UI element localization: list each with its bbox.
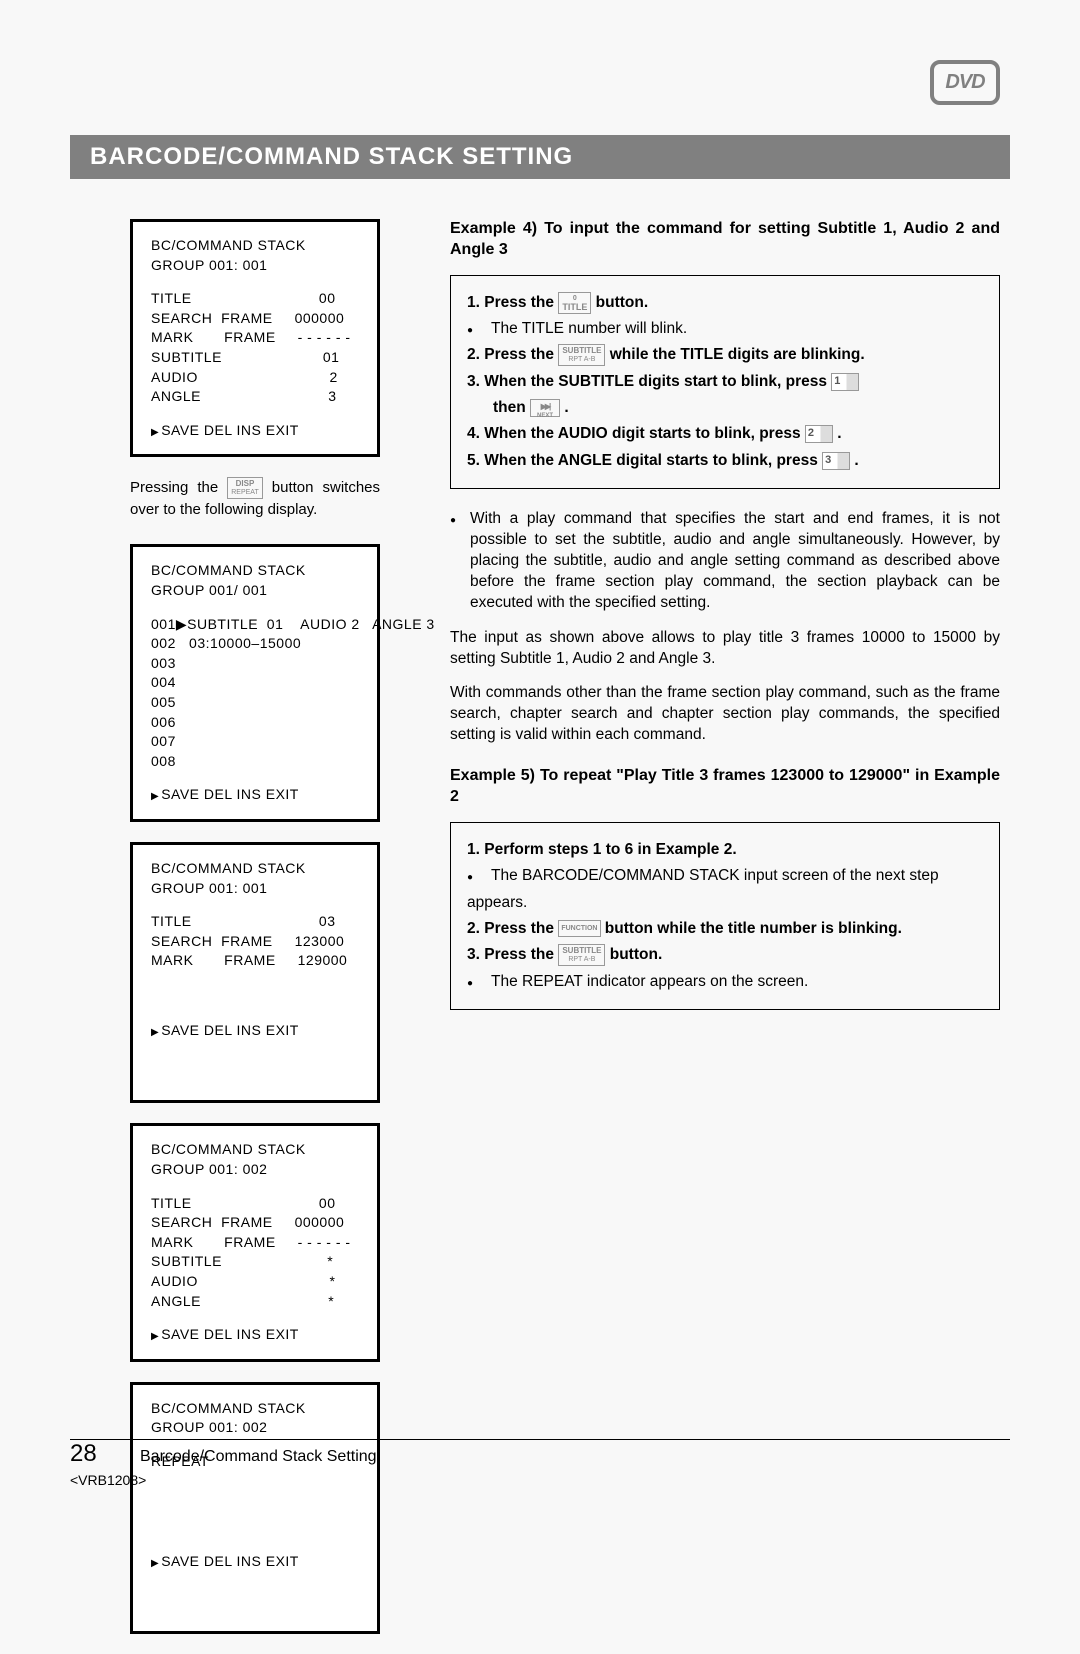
screen-box-3: BC/COMMAND STACK GROUP 001: 001 TITLE 03… (130, 842, 380, 1104)
screen4-line: SUBTITLE * (151, 1252, 359, 1272)
screen-box-4: BC/COMMAND STACK GROUP 001: 002 TITLE 00… (130, 1123, 380, 1361)
screen-box-2: BC/COMMAND STACK GROUP 001/ 001 001▶SUBT… (130, 544, 380, 822)
screen2-footer: SAVE DEL INS EXIT (151, 785, 359, 805)
screen5-header: BC/COMMAND STACK GROUP 001: 002 (151, 1399, 359, 1438)
screen-box-1: BC/COMMAND STACK GROUP 001: 001 TITLE 00… (130, 219, 380, 457)
dvd-logo-text: DVD (945, 71, 984, 94)
example4-step4: 4. When the AUDIO digit starts to blink,… (467, 421, 983, 447)
screen1-footer: SAVE DEL INS EXIT (151, 421, 359, 441)
example4-step5: 5. When the ANGLE digital starts to blin… (467, 448, 983, 474)
page-footer: 28 Barcode/Command Stack Setting <VRB120… (70, 1439, 1010, 1488)
note-1: With a play command that specifies the s… (450, 509, 1000, 614)
screen3-line: SEARCH FRAME 123000 (151, 932, 359, 952)
screen-box-5: BC/COMMAND STACK GROUP 001: 002 REPEAT S… (130, 1382, 380, 1634)
dvd-logo: DVD (930, 60, 1000, 105)
key-3-button: 3 (822, 452, 850, 470)
screen3-line: MARK FRAME 129000 (151, 951, 359, 971)
example4-steps: 1. Press the 0TITLE button. The TITLE nu… (450, 275, 1000, 489)
example5-step1-note: The BARCODE/COMMAND STACK input screen o… (467, 863, 983, 916)
doc-reference: <VRB1208> (70, 1472, 1010, 1488)
example5-heading: Example 5) To repeat "Play Title 3 frame… (450, 766, 1000, 808)
screen4-line: AUDIO * (151, 1272, 359, 1292)
screen2-line: 004 (151, 673, 359, 693)
example4-step2: 2. Press the SUBTITLERPT A-B while the T… (467, 342, 983, 368)
screen3-header: BC/COMMAND STACK GROUP 001: 001 (151, 859, 359, 898)
screen1-line: AUDIO 2 (151, 368, 359, 388)
example5-step2: 2. Press the FUNCTION button while the t… (467, 916, 983, 942)
example4-step1-note: The TITLE number will blink. (467, 316, 983, 342)
screen3-footer: SAVE DEL INS EXIT (151, 1021, 359, 1041)
screen2-line: 006 (151, 713, 359, 733)
subtitle-rpt-button: SUBTITLERPT A-B (558, 344, 605, 366)
screen1-line: TITLE 00 (151, 289, 359, 309)
screen1-line: SUBTITLE 01 (151, 348, 359, 368)
example5-step3-note: The REPEAT indicator appears on the scre… (467, 969, 983, 995)
screen2-line: 001▶SUBTITLE 01 AUDIO 2 ANGLE 3 (151, 615, 359, 635)
screen1-line: SEARCH FRAME 000000 (151, 309, 359, 329)
next-button (530, 399, 560, 417)
example5-steps: 1. Perform steps 1 to 6 in Example 2. Th… (450, 822, 1000, 1010)
screen1-line: ANGLE 3 (151, 387, 359, 407)
screen2-line: 002 03:10000–15000 (151, 634, 359, 654)
disp-repeat-button: DISPREPEAT (227, 477, 263, 499)
screen2-line: 008 (151, 752, 359, 772)
function-button: FUNCTION (558, 920, 600, 937)
screen4-line: TITLE 00 (151, 1194, 359, 1214)
screen5-footer: SAVE DEL INS EXIT (151, 1552, 359, 1572)
between-pre: Pressing the (130, 479, 227, 496)
screen4-footer: SAVE DEL INS EXIT (151, 1325, 359, 1345)
screen2-line: 003 (151, 654, 359, 674)
screen3-line: TITLE 03 (151, 912, 359, 932)
note-1-text: With a play command that specifies the s… (470, 509, 1000, 614)
screen4-line: ANGLE * (151, 1292, 359, 1312)
screen2-line: 007 (151, 732, 359, 752)
example4-step3b: then . (467, 395, 983, 421)
screen4-line: MARK FRAME - - - - - - (151, 1233, 359, 1253)
screen4-header: BC/COMMAND STACK GROUP 001: 002 (151, 1140, 359, 1179)
page-number: 28 (70, 1440, 140, 1468)
footer-title: Barcode/Command Stack Setting (140, 1448, 377, 1468)
between-text: Pressing the DISPREPEAT button switches … (130, 477, 380, 520)
example4-heading: Example 4) To input the command for sett… (450, 219, 1000, 261)
key-1-button: 1 (831, 373, 859, 391)
screen1-header: BC/COMMAND STACK GROUP 001: 001 (151, 236, 359, 275)
example5-step1: 1. Perform steps 1 to 6 in Example 2. (467, 837, 983, 863)
key-2-button: 2 (805, 425, 833, 443)
example4-step3: 3. When the SUBTITLE digits start to bli… (467, 369, 983, 395)
screen2-header: BC/COMMAND STACK GROUP 001/ 001 (151, 561, 359, 600)
title-button: 0TITLE (558, 292, 591, 314)
example5-step3: 3. Press the SUBTITLERPT A-B button. (467, 942, 983, 968)
screen2-line: 005 (151, 693, 359, 713)
example4-step1: 1. Press the 0TITLE button. (467, 290, 983, 316)
screen4-line: SEARCH FRAME 000000 (151, 1213, 359, 1233)
para-1: The input as shown above allows to play … (450, 628, 1000, 670)
para-2: With commands other than the frame secti… (450, 683, 1000, 746)
screen1-line: MARK FRAME - - - - - - (151, 328, 359, 348)
page-title-bar: BARCODE/COMMAND STACK SETTING (70, 135, 1010, 179)
subtitle-rpt-button-2: SUBTITLERPT A-B (558, 944, 605, 966)
